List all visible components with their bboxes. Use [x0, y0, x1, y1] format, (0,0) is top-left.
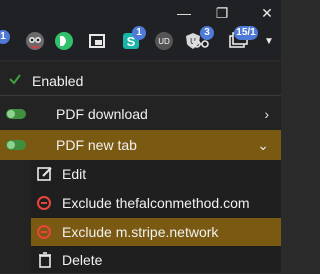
block-icon: [37, 196, 51, 210]
close-icon[interactable]: ✕: [255, 4, 279, 22]
tabs-extension-icon[interactable]: 15/1: [228, 26, 258, 52]
restore-icon[interactable]: ❐: [210, 4, 234, 22]
minimize-icon[interactable]: —: [172, 4, 196, 22]
trash-icon: [36, 251, 54, 269]
menu-item-pdf-new-tab[interactable]: PDF new tab ⌄: [0, 130, 281, 160]
badge-count: 1: [0, 30, 10, 44]
green-d-extension-icon[interactable]: [53, 30, 75, 52]
s-extension-icon[interactable]: S 1: [120, 26, 146, 52]
check-icon: [8, 72, 22, 89]
edit-icon: [36, 165, 54, 183]
submenu-item-exclude-domain[interactable]: Exclude thefalconmethod.com: [31, 189, 281, 217]
chevron-down-icon[interactable]: ▼: [257, 33, 281, 51]
enabled-label: Enabled: [32, 72, 84, 89]
extension-left-icon[interactable]: 1: [0, 30, 22, 52]
toggle-on-icon[interactable]: [6, 109, 26, 119]
reader-extension-icon[interactable]: 3: [190, 26, 214, 52]
window-extension-icon[interactable]: [86, 30, 108, 52]
submenu-item-delete[interactable]: Delete: [31, 246, 281, 274]
svg-text:UD: UD: [158, 37, 170, 46]
toggle-on-icon[interactable]: [6, 140, 26, 150]
context-menu: Enabled PDF download › PDF new tab ⌄ Edi…: [0, 62, 281, 273]
block-icon: [37, 225, 51, 239]
badge-count: 3: [200, 26, 214, 40]
browser-toolbar: — ❐ ✕ 1 S 1 UD U 3 15/1 ▼: [0, 0, 281, 60]
menu-item-pdf-download[interactable]: PDF download ›: [0, 99, 281, 129]
submenu-item-label: Edit: [62, 166, 87, 182]
chevron-right-icon: ›: [264, 106, 269, 122]
owl-extension-icon[interactable]: [24, 30, 46, 52]
badge-count: 15/1: [234, 26, 258, 40]
submenu-item-label: Delete: [62, 252, 103, 268]
submenu: Edit Exclude thefalconmethod.com Exclude…: [31, 160, 281, 273]
submenu-item-exclude-stripe[interactable]: Exclude m.stripe.network: [31, 218, 281, 246]
chevron-down-icon: ⌄: [257, 136, 269, 153]
ud-extension-icon[interactable]: UD: [153, 30, 175, 52]
submenu-item-label: Exclude thefalconmethod.com: [62, 195, 250, 211]
menu-item-label: PDF new tab: [56, 137, 137, 153]
badge-count: 1: [132, 26, 146, 40]
enabled-item[interactable]: Enabled: [0, 66, 281, 96]
submenu-item-edit[interactable]: Edit: [31, 160, 281, 188]
submenu-item-label: Exclude m.stripe.network: [62, 224, 219, 240]
menu-item-label: PDF download: [56, 106, 148, 122]
